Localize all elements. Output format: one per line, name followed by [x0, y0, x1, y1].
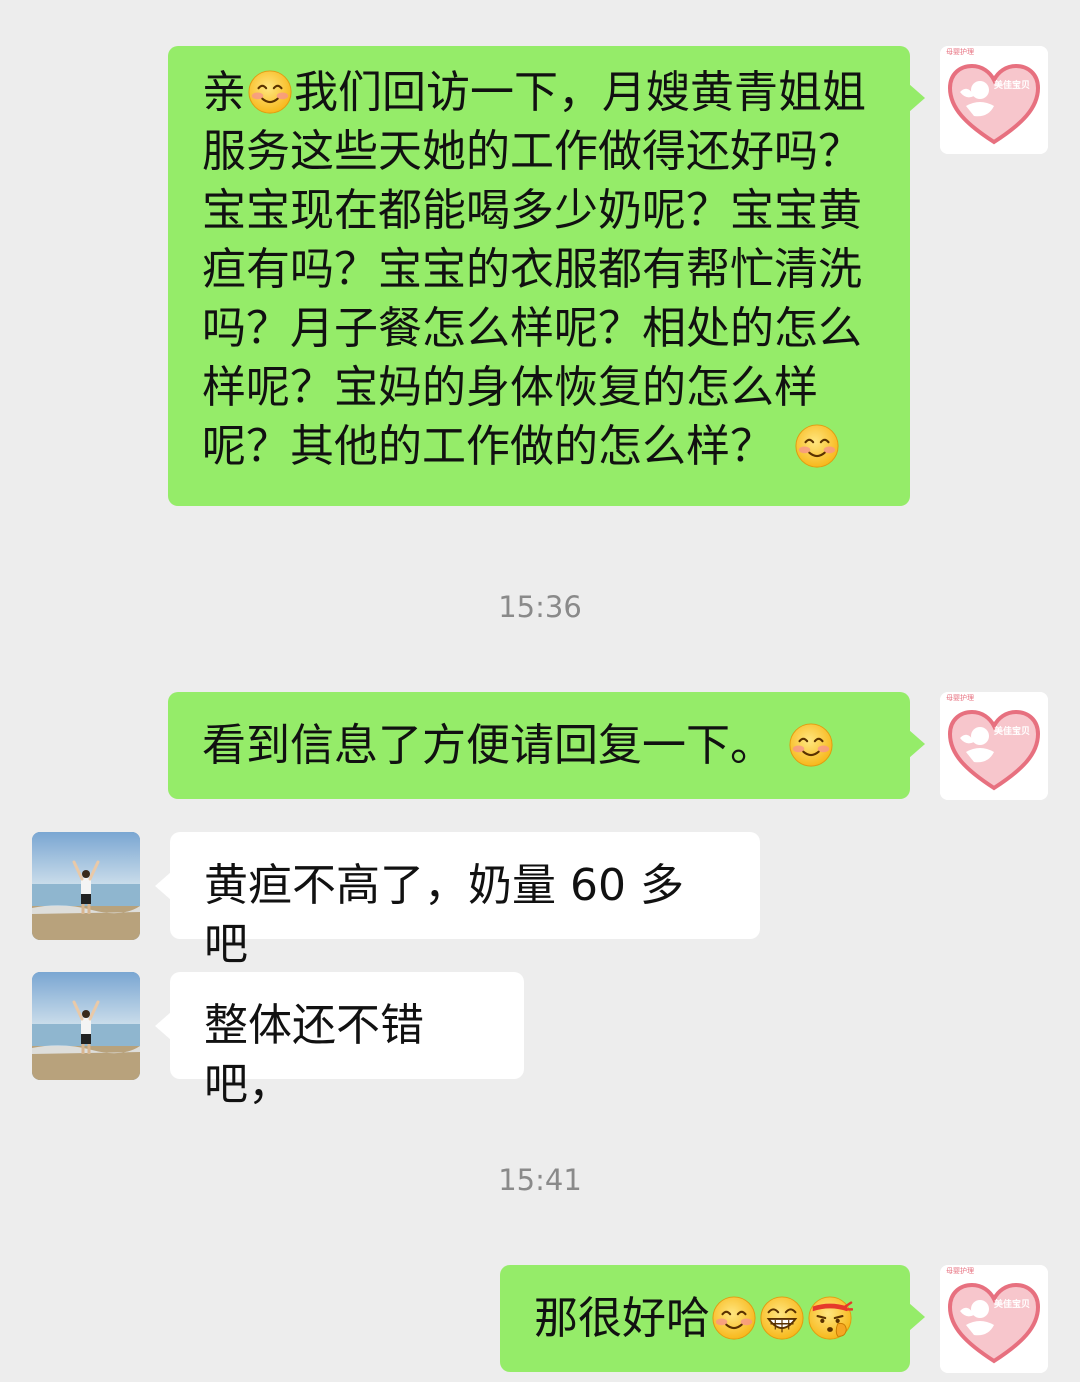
- beach-person-photo: [32, 832, 140, 940]
- message-text: 我们回访一下，月嫂黄青姐姐服务这些天她的工作做得还好吗？宝宝现在都能喝多少奶呢？…: [202, 67, 866, 472]
- logo-top-text: 母婴护理: [946, 694, 974, 702]
- outgoing-message-bubble[interactable]: 看到信息了方便请回复一下。: [168, 692, 925, 799]
- self-avatar[interactable]: 母婴护理 美佳宝贝: [940, 692, 1048, 800]
- smile-emoji-icon: [788, 722, 834, 768]
- grin-emoji-icon: [759, 1295, 805, 1341]
- incoming-message-bubble[interactable]: 黄疸不高了，奶量 60 多吧: [155, 832, 760, 970]
- logo-top-text: 母婴护理: [946, 1267, 974, 1275]
- contact-avatar[interactable]: [32, 832, 140, 940]
- smile-emoji-icon: [794, 423, 840, 469]
- message-timestamp: 15:36: [498, 590, 582, 624]
- incoming-message-bubble[interactable]: 整体还不错吧，: [155, 972, 524, 1110]
- outgoing-message-bubble[interactable]: 那很好哈: [500, 1265, 925, 1372]
- smile-emoji-icon: [247, 69, 293, 115]
- message-text: 整体还不错吧，: [204, 1000, 424, 1110]
- self-avatar[interactable]: 母婴护理 美佳宝贝: [940, 1265, 1048, 1373]
- message-text: 亲: [202, 67, 246, 118]
- heart-angel-logo-icon: [940, 1265, 1048, 1373]
- outgoing-message-bubble[interactable]: 亲我们回访一下，月嫂黄青姐姐服务这些天她的工作做得还好吗？宝宝现在都能喝多少奶呢…: [168, 46, 925, 506]
- self-avatar[interactable]: 母婴护理 美佳宝贝: [940, 46, 1048, 154]
- shush-emoji-icon: [807, 1295, 853, 1341]
- logo-inner-text: 美佳宝贝: [994, 1300, 1031, 1310]
- message-timestamp: 15:41: [498, 1163, 582, 1197]
- logo-inner-text: 美佳宝贝: [994, 81, 1031, 91]
- heart-angel-logo-icon: [940, 692, 1048, 800]
- smile-emoji-icon: [711, 1295, 757, 1341]
- message-text: 那很好哈: [534, 1293, 710, 1344]
- beach-person-photo: [32, 972, 140, 1080]
- heart-angel-logo-icon: [940, 46, 1048, 154]
- logo-inner-text: 美佳宝贝: [994, 727, 1031, 737]
- contact-avatar[interactable]: [32, 972, 140, 1080]
- message-text: 黄疸不高了，奶量 60 多吧: [204, 860, 684, 970]
- logo-top-text: 母婴护理: [946, 48, 974, 56]
- message-text: 看到信息了方便请回复一下。: [202, 720, 774, 771]
